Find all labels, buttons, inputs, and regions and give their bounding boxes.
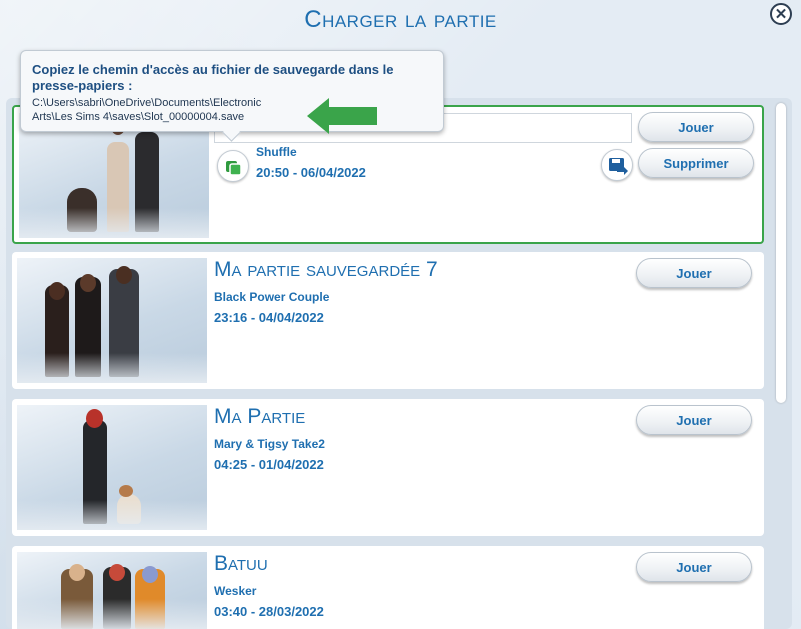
save-title: Ma Partie: [214, 405, 306, 428]
copy-path-button[interactable]: [217, 150, 249, 182]
save-datetime: 23:16 - 04/04/2022: [214, 310, 324, 325]
scrollbar[interactable]: [776, 103, 786, 623]
scrollbar-thumb[interactable]: [776, 103, 786, 403]
save-card[interactable]: Batuu Wesker 03:40 - 28/03/2022 Jouer: [12, 546, 764, 629]
save-datetime: 20:50 - 06/04/2022: [256, 165, 366, 180]
save-card[interactable]: Ma partie sauvegardée 7 Black Power Coup…: [12, 252, 764, 389]
save-title: Batuu: [214, 552, 268, 575]
household-name: Wesker: [214, 584, 257, 598]
save-card[interactable]: Ma Partie Mary & Tigsy Take2 04:25 - 01/…: [12, 399, 764, 536]
save-to-file-button[interactable]: [601, 149, 633, 181]
close-icon: ✕: [774, 5, 788, 23]
delete-button[interactable]: Supprimer: [638, 148, 754, 178]
save-title: Ma partie sauvegardée 7: [214, 258, 438, 281]
green-arrow-annotation: [307, 98, 377, 134]
tooltip-path-line: C:\Users\sabri\OneDrive\Documents\Electr…: [32, 97, 262, 109]
dialog-title: Charger la partie: [304, 6, 497, 33]
close-button[interactable]: ✕: [770, 3, 792, 25]
household-name: Mary & Tigsy Take2: [214, 437, 325, 451]
copy-path-tooltip: Copiez le chemin d'accès au fichier de s…: [20, 50, 444, 132]
play-button[interactable]: Jouer: [636, 258, 752, 288]
play-button[interactable]: Jouer: [636, 405, 752, 435]
save-thumbnail: [17, 552, 207, 629]
save-datetime: 03:40 - 28/03/2022: [214, 604, 324, 619]
play-button[interactable]: Jouer: [638, 112, 754, 142]
household-name: Shuffle: [256, 145, 297, 159]
save-thumbnail: [17, 258, 207, 383]
tooltip-heading: Copiez le chemin d'accès au fichier de s…: [32, 62, 394, 93]
play-button[interactable]: Jouer: [636, 552, 752, 582]
copy-icon: [226, 161, 242, 176]
save-thumbnail: [17, 405, 207, 530]
save-datetime: 04:25 - 01/04/2022: [214, 457, 324, 472]
tooltip-path-line: Arts\Les Sims 4\saves\Slot_00000004.save: [32, 111, 245, 123]
save-file-icon: [609, 158, 628, 175]
household-name: Black Power Couple: [214, 290, 330, 304]
tooltip-path: C:\Users\sabri\OneDrive\Documents\Electr…: [32, 96, 332, 124]
